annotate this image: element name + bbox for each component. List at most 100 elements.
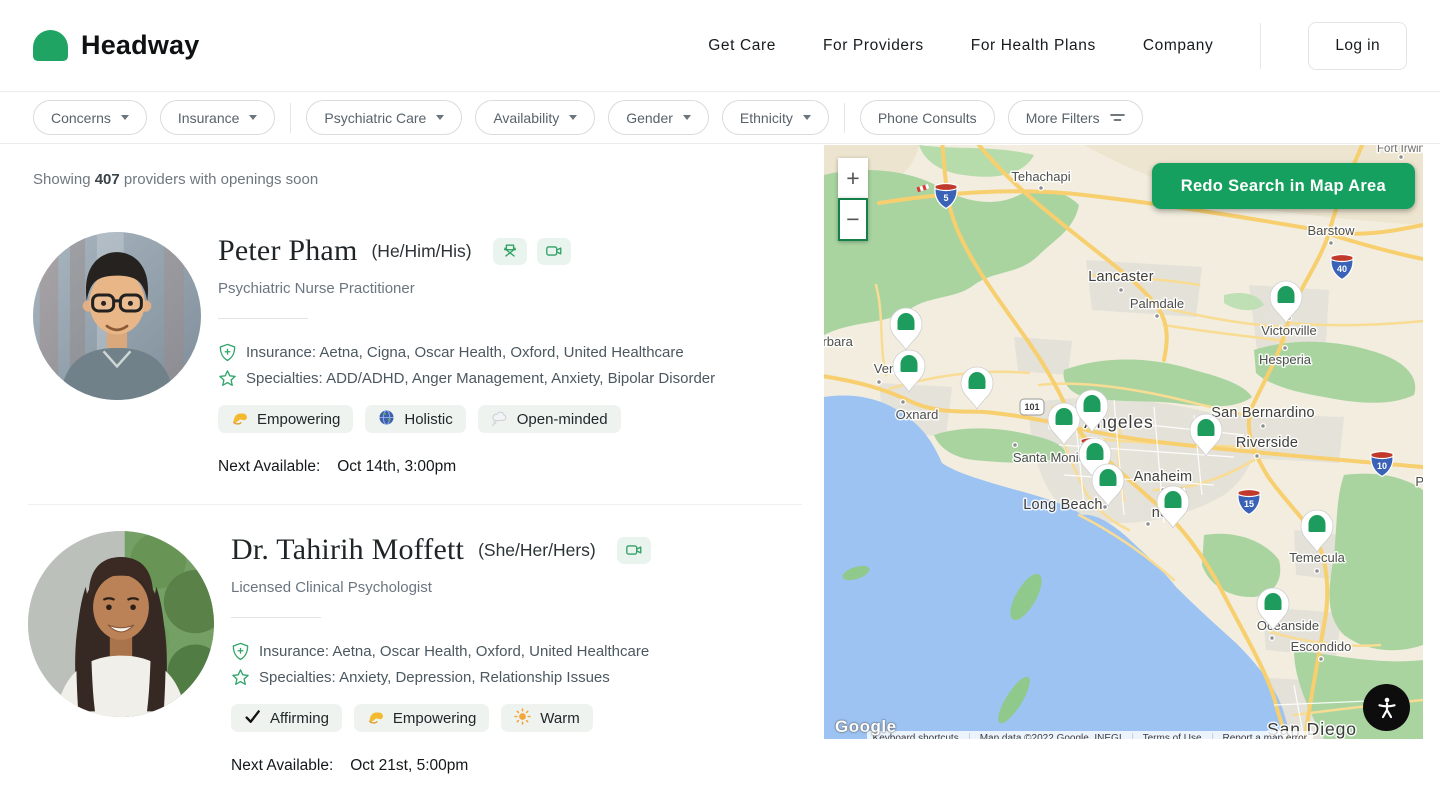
personality-tags: Affirming Empowering Warm (231, 704, 651, 732)
login-button[interactable]: Log in (1308, 22, 1407, 70)
tag-holistic: Holistic (365, 405, 465, 433)
provider-avatar[interactable] (33, 232, 201, 400)
map-label: Palmdale (1130, 296, 1184, 311)
filter-concerns[interactable]: Concerns (33, 100, 147, 135)
nav-for-health-plans[interactable]: For Health Plans (971, 37, 1096, 55)
map-label: Lancaster (1088, 269, 1153, 285)
map-data-text: Map data ©2022 Google, INEGI (969, 733, 1122, 739)
tag-affirming: Affirming (231, 704, 342, 732)
nav-company[interactable]: Company (1143, 37, 1214, 55)
provider-card-body: Peter Pham (He/Him/His) Psychiatric Nurs… (218, 232, 715, 476)
map-zoom-control: + − (838, 158, 868, 241)
specialties-star-icon (231, 668, 250, 687)
more-filters-button[interactable]: More Filters (1008, 100, 1143, 135)
personality-tags: Empowering Holistic Open-minded (218, 405, 715, 433)
chevron-down-icon (683, 115, 691, 120)
filter-phone-consults-label: Phone Consults (878, 110, 977, 126)
provider-name[interactable]: Peter Pham (218, 234, 357, 268)
specialties-row: Specialties: ADD/ADHD, Anger Management,… (218, 369, 715, 388)
nav-get-care[interactable]: Get Care (708, 37, 776, 55)
chevron-down-icon (249, 115, 257, 120)
insurance-shield-icon (231, 642, 250, 661)
next-available-value: Oct 21st, 5:00pm (350, 757, 468, 775)
filter-ethnicity-label: Ethnicity (740, 110, 793, 126)
headway-logo-icon (33, 30, 68, 61)
flex-arm-icon (367, 708, 384, 729)
report-error-link[interactable]: Report a map error (1212, 733, 1307, 739)
accessibility-button[interactable] (1363, 684, 1410, 731)
map-attribution: Keyboard shortcuts Map data ©2022 Google… (867, 731, 1313, 739)
filter-gender[interactable]: Gender (608, 100, 709, 135)
filter-availability[interactable]: Availability (475, 100, 595, 135)
specialties-values: Anxiety, Depression, Relationship Issues (339, 669, 610, 686)
redo-search-button[interactable]: Redo Search in Map Area (1152, 163, 1415, 209)
specialties-star-icon (218, 369, 237, 388)
more-filters-label: More Filters (1026, 110, 1100, 126)
next-available-row: Next Available: Oct 21st, 5:00pm (231, 757, 651, 775)
filter-gender-label: Gender (626, 110, 673, 126)
filter-psychiatric-care[interactable]: Psychiatric Care (306, 100, 462, 135)
zoom-out-button[interactable]: − (838, 198, 868, 241)
map-label: Barstow (1308, 223, 1356, 238)
map-label: San Bernardino (1211, 405, 1315, 421)
map-panel[interactable]: 5401016051015Fort IrwinTehachapiBarstowL… (824, 145, 1423, 739)
provider-card: Peter Pham (He/Him/His) Psychiatric Nurs… (33, 188, 802, 504)
next-available-label: Next Available: (218, 458, 320, 476)
card-divider (231, 617, 321, 618)
nav-divider (1260, 23, 1261, 69)
provider-card: Dr. Tahirih Moffett (She/Her/Hers) Licen… (28, 504, 802, 803)
video-session-icon (537, 238, 571, 265)
tag-open-minded: Open-minded (478, 405, 621, 433)
accessibility-person-icon (1375, 696, 1399, 720)
svg-text:10: 10 (1377, 461, 1387, 471)
map-label: Escondido (1291, 639, 1352, 654)
results-suffix: providers with openings soon (124, 171, 318, 188)
map-label: Palm Springs (1415, 474, 1423, 489)
map-label: Riverside (1236, 435, 1298, 451)
insurance-values: Aetna, Oscar Health, Oxford, United Heal… (332, 643, 649, 660)
chevron-down-icon (436, 115, 444, 120)
checkmark-icon (244, 708, 261, 729)
insurance-values: Aetna, Cigna, Oscar Health, Oxford, Unit… (319, 344, 683, 361)
map-label: arbara (824, 334, 854, 349)
provider-list: Showing 407 providers with openings soon (0, 144, 824, 777)
specialties-row: Specialties: Anxiety, Depression, Relati… (231, 668, 651, 687)
video-session-icon (617, 537, 651, 564)
filter-psychiatric-care-label: Psychiatric Care (324, 110, 426, 126)
filter-insurance[interactable]: Insurance (160, 100, 275, 135)
next-available-value: Oct 14th, 3:00pm (337, 458, 456, 476)
results-prefix: Showing (33, 171, 91, 188)
provider-pronouns: (He/Him/His) (371, 241, 471, 262)
provider-name[interactable]: Dr. Tahirih Moffett (231, 533, 464, 567)
headway-wordmark: Headway (81, 30, 199, 61)
filter-ethnicity[interactable]: Ethnicity (722, 100, 829, 135)
map-label: Oxnard (896, 407, 939, 422)
specialties-label: Specialties: (259, 669, 336, 686)
results-number: 407 (95, 171, 120, 188)
zoom-in-button[interactable]: + (838, 158, 868, 198)
avatar-illustration-woman (28, 531, 214, 717)
filter-phone-consults[interactable]: Phone Consults (860, 100, 995, 135)
in-person-session-icon (493, 238, 527, 265)
insurance-label: Insurance: (259, 643, 329, 660)
google-logo[interactable]: Google (835, 717, 897, 737)
google-map[interactable]: 5401016051015Fort IrwinTehachapiBarstowL… (824, 145, 1423, 739)
tag-empowering: Empowering (218, 405, 353, 433)
filter-insurance-label: Insurance (178, 110, 239, 126)
headway-logo[interactable]: Headway (33, 30, 199, 61)
tag-warm: Warm (501, 704, 592, 732)
terms-link[interactable]: Terms of Use (1132, 733, 1202, 739)
map-label: Victorville (1261, 323, 1316, 338)
tag-empowering: Empowering (354, 704, 489, 732)
header: Headway Get Care For Providers For Healt… (0, 0, 1440, 92)
chevron-down-icon (803, 115, 811, 120)
provider-avatar[interactable] (28, 531, 214, 717)
nav-for-providers[interactable]: For Providers (823, 37, 924, 55)
session-badges (617, 537, 651, 564)
chevron-down-icon (569, 115, 577, 120)
avatar-illustration-man (33, 232, 201, 400)
thought-cloud-icon (491, 409, 508, 430)
chevron-down-icon (121, 115, 129, 120)
provider-pronouns: (She/Her/Hers) (478, 540, 596, 561)
filter-divider (290, 103, 291, 133)
